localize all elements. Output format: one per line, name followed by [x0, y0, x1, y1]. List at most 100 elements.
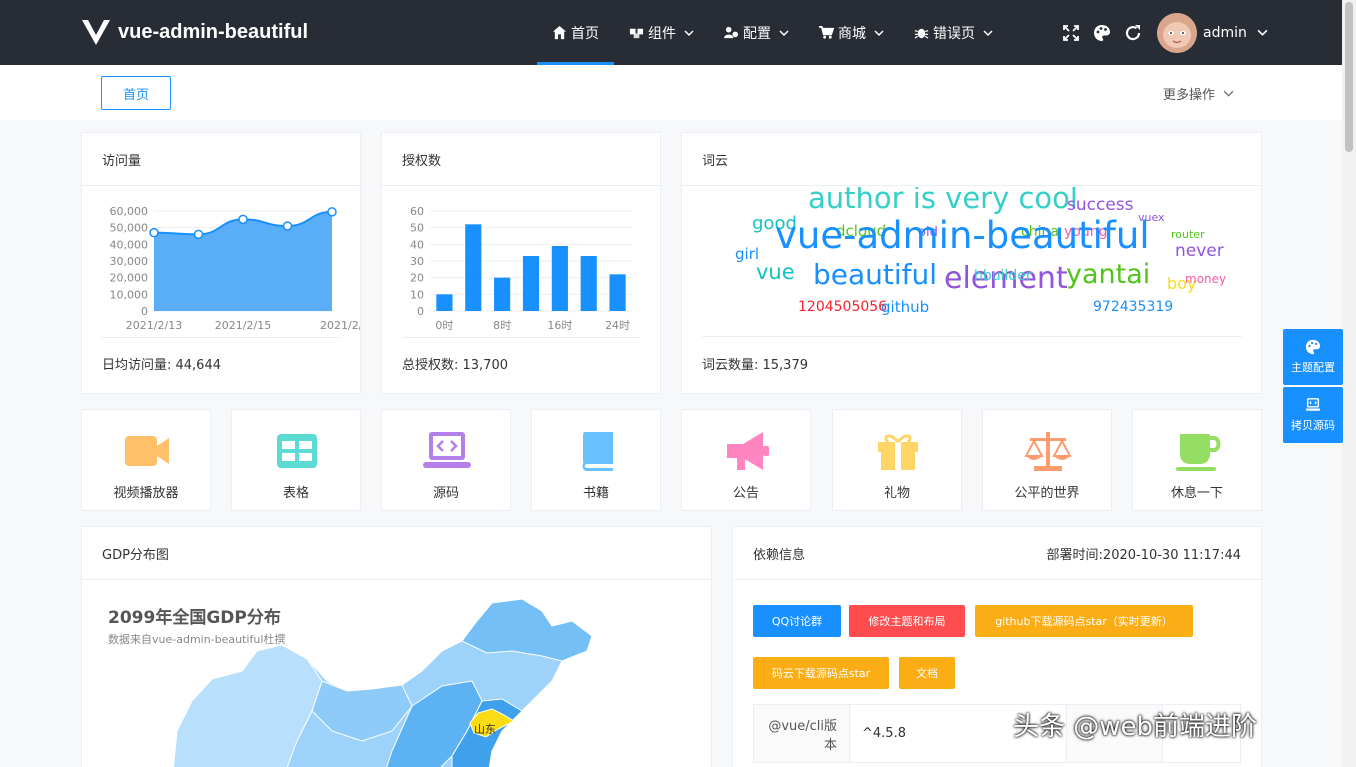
theme-config-button[interactable]: 主题配置	[1283, 329, 1343, 385]
cloud-word: github	[881, 298, 930, 316]
avatar[interactable]	[1157, 12, 1197, 53]
wordcloud-count: 词云数量: 15,379	[702, 358, 808, 373]
nav-config-label: 配置	[743, 25, 771, 42]
shortcut-announcement[interactable]: 公告	[681, 409, 811, 511]
shortcut-source-code[interactable]: 源码	[381, 409, 511, 511]
gift-icon	[878, 434, 918, 470]
x-tick-label: 24时	[605, 319, 630, 332]
fullscreen-icon[interactable]	[1062, 24, 1080, 42]
shortcut-label: 休息一下	[1170, 486, 1223, 501]
main-nav: 首页 组件 配置 商城 错误页	[537, 0, 1008, 65]
y-tick-label: 60	[410, 205, 424, 218]
bar	[551, 246, 568, 311]
y-tick-label: 0	[141, 305, 148, 318]
data-point	[327, 207, 337, 217]
y-tick-label: 20,000	[110, 272, 149, 285]
map-highlight-label: 山东	[474, 723, 496, 736]
deploy-time: 部署时间:2020-10-30 11:17:44	[1046, 547, 1241, 563]
shortcut-label: 视频播放器	[113, 486, 179, 501]
visits-area-chart: 0 10,000 20,000 30,000 40,000 50,000 60,000 202…	[110, 205, 361, 332]
shortcut-label: 书籍	[582, 486, 609, 501]
x-tick-label: 2021/2/13	[126, 319, 182, 332]
tab-home[interactable]: 首页	[101, 76, 171, 110]
chevron-down-icon	[779, 29, 789, 36]
x-tick-label: 8时	[493, 319, 511, 332]
cloud-word: 972435319	[1093, 298, 1174, 315]
auth-card: 授权数 0 10 20 30 40 50 60 0时 8时 16时 24时 总授权数: 13,700	[381, 132, 661, 394]
cart-icon	[819, 26, 834, 39]
nav-home-label: 首页	[571, 25, 599, 42]
copy-source-label: 拷贝源码	[1291, 419, 1335, 432]
deps-card-header: 依赖信息 部署时间:2020-10-30 11:17:44	[733, 527, 1261, 580]
nav-shop-label: 商城	[838, 25, 866, 42]
nav-error-pages[interactable]: 错误页	[899, 0, 1008, 65]
avatar-face-icon	[1157, 12, 1197, 53]
page-scrollbar[interactable]	[1342, 0, 1356, 767]
tabs-bar: 首页 更多操作	[0, 65, 1342, 120]
shortcut-table[interactable]: 表格	[231, 409, 361, 511]
shortcut-label: 公告	[732, 486, 759, 501]
code-laptop-icon	[423, 432, 471, 468]
logo-text: vue-admin-beautiful	[118, 20, 309, 43]
y-tick-label: 40	[410, 238, 424, 251]
word-cloud: author is very cool success vuex good dcloud…	[702, 187, 1242, 337]
y-tick-label: 60,000	[110, 205, 149, 218]
top-header: vue-admin-beautiful 首页 组件 配置 商城 错误页 admi…	[0, 0, 1342, 65]
gdp-card-header: GDP分布图	[82, 527, 711, 580]
visits-daily-average: 日均访问量: 44,644	[102, 358, 221, 373]
nav-home[interactable]: 首页	[537, 0, 614, 65]
more-operations-dropdown[interactable]: 更多操作	[1163, 84, 1234, 103]
nav-config[interactable]: 配置	[709, 0, 804, 65]
wordcloud-card-title: 词云	[702, 153, 729, 169]
cloud-word: hbuilder	[974, 267, 1032, 284]
video-camera-icon	[125, 436, 169, 466]
username[interactable]: admin	[1203, 25, 1247, 41]
nav-components[interactable]: 组件	[614, 0, 709, 65]
cubes-icon	[629, 28, 644, 39]
gitee-download-button[interactable]: 码云下载源码点star	[753, 657, 889, 689]
shortcut-fair-world[interactable]: 公平的世界	[982, 409, 1112, 511]
shortcut-label: 公平的世界	[1014, 486, 1080, 501]
wordcloud-card: 词云 author is very cool success vuex good dcl…	[681, 132, 1262, 394]
bar	[609, 274, 626, 311]
logo[interactable]: vue-admin-beautiful	[82, 18, 308, 46]
docs-button[interactable]: 文档	[899, 657, 955, 689]
copy-source-button[interactable]: 拷贝源码	[1283, 387, 1343, 443]
nav-shop[interactable]: 商城	[804, 0, 899, 65]
header-tools: admin	[1062, 0, 1268, 65]
scrollbar-thumb[interactable]	[1345, 2, 1353, 152]
palette-icon	[1305, 339, 1321, 355]
cloud-word: 1204505056	[798, 298, 888, 315]
shortcut-take-a-break[interactable]: 休息一下	[1132, 409, 1262, 511]
shortcut-books[interactable]: 书籍	[531, 409, 661, 511]
chevron-down-icon	[1223, 90, 1234, 97]
data-point	[238, 214, 248, 225]
cloud-word: vue	[756, 260, 795, 285]
gdp-card-title: GDP分布图	[102, 547, 169, 563]
y-tick-label: 50	[410, 222, 424, 235]
chevron-down-icon[interactable]	[1257, 27, 1268, 38]
github-download-button[interactable]: github下载源码点star（实时更新）	[975, 605, 1193, 637]
auth-card-title: 授权数	[402, 153, 442, 169]
cloud-word: router	[1171, 228, 1205, 242]
bar	[436, 294, 453, 311]
shortcut-label: 源码	[432, 486, 459, 501]
y-tick-label: 10,000	[110, 288, 149, 301]
home-icon	[552, 25, 567, 40]
chevron-down-icon	[983, 29, 993, 36]
auth-total: 总授权数: 13,700	[402, 358, 508, 373]
users-cog-icon	[724, 26, 739, 39]
shortcut-gift[interactable]: 礼物	[832, 409, 962, 511]
china-map[interactable]: 山东	[82, 581, 711, 767]
dep-key: @vue/cli版本	[753, 704, 850, 763]
refresh-icon[interactable]	[1124, 24, 1142, 42]
x-tick-label: 2021/2/	[320, 319, 360, 332]
chevron-down-icon	[874, 29, 884, 36]
y-tick-label: 30	[410, 255, 424, 268]
area-fill	[154, 211, 332, 311]
palette-icon[interactable]	[1093, 24, 1111, 42]
laptop-code-icon	[1305, 398, 1321, 411]
qq-group-button[interactable]: QQ讨论群	[753, 605, 841, 637]
shortcut-video-player[interactable]: 视频播放器	[81, 409, 211, 511]
modify-theme-button[interactable]: 修改主题和布局	[849, 605, 965, 637]
